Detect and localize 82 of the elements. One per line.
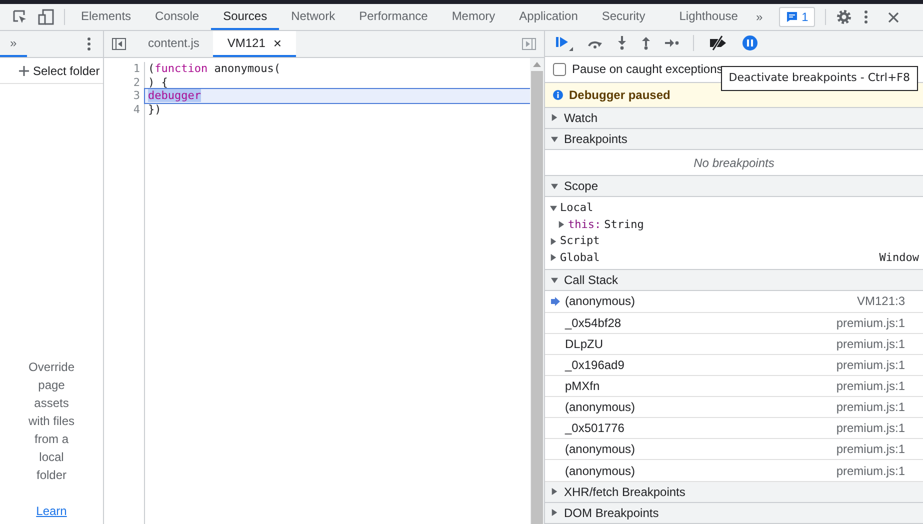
step-out-icon[interactable] <box>641 36 651 50</box>
step-icon[interactable] <box>665 38 679 48</box>
frame-location: premium.js:1 <box>836 441 905 458</box>
select-folder-button[interactable]: Select folder <box>0 58 103 84</box>
plus-icon <box>19 66 29 76</box>
scope-property[interactable]: this: String <box>545 216 923 234</box>
section-header[interactable]: Watch <box>545 108 923 129</box>
issues-button[interactable]: 1 <box>778 7 816 27</box>
line-number: 2 <box>133 76 140 89</box>
frame-location: premium.js:1 <box>836 378 905 395</box>
code-line: (function anonymous( <box>147 62 282 76</box>
checkbox-label: Pause on caught exceptions <box>572 61 723 78</box>
function-name: (anonymous) <box>565 293 636 310</box>
frame-location: premium.js:1 <box>836 336 905 353</box>
info-icon <box>553 90 563 100</box>
pause-icon[interactable] <box>742 35 758 52</box>
call-frame[interactable]: _0x54bf28 premium.js:1 <box>545 312 923 334</box>
function-name: _0x501776 <box>565 420 624 438</box>
panel-tab[interactable]: Security <box>590 4 658 30</box>
more-tabs-button[interactable]: » <box>750 8 769 26</box>
code-line: ) { <box>147 76 169 89</box>
device-toolbar-icon[interactable] <box>38 9 54 25</box>
section-header[interactable]: Breakpoints <box>545 129 923 150</box>
inspect-element-icon[interactable] <box>12 9 28 25</box>
frame-location: premium.js:1 <box>836 314 905 332</box>
scope-item[interactable]: Local <box>545 200 923 217</box>
frame-location: premium.js:1 <box>836 420 905 438</box>
function-name: (anonymous) <box>565 462 636 480</box>
scope-item[interactable]: Global Window <box>545 250 923 266</box>
file-tab[interactable]: VM121 × <box>213 31 296 57</box>
line-number: 1 <box>133 62 140 76</box>
function-name: _0x54bf28 <box>565 314 622 332</box>
function-name: (anonymous) <box>565 399 636 416</box>
function-name: pMXfn <box>565 378 600 395</box>
resume-icon[interactable] <box>555 35 573 52</box>
call-frame[interactable]: _0x501776 premium.js:1 <box>545 418 923 440</box>
call-frame[interactable]: _0x196ad9 premium.js:1 <box>545 354 923 376</box>
call-frame[interactable]: pMXfn premium.js:1 <box>545 376 923 398</box>
toggle-navigator-icon[interactable] <box>112 38 126 50</box>
panel-tab[interactable]: Memory <box>440 4 508 30</box>
call-frame[interactable]: (anonymous) premium.js:1 <box>545 439 923 460</box>
panel-tab[interactable]: Console <box>143 4 212 30</box>
message-icon <box>786 11 798 23</box>
more-menu-icon[interactable] <box>864 10 868 24</box>
learn-link[interactable]: Learn <box>36 502 67 520</box>
deactivate-breakpoints-icon[interactable] <box>708 35 728 52</box>
call-frame[interactable]: (anonymous) VM121:3 <box>545 291 923 312</box>
section-header[interactable]: Call Stack <box>545 270 923 292</box>
section-header[interactable]: XHR/fetch Breakpoints <box>545 482 923 503</box>
more-menu-icon[interactable] <box>87 37 91 51</box>
call-frame[interactable]: DLpZU premium.js:1 <box>545 334 923 355</box>
checkbox[interactable] <box>553 62 566 76</box>
function-name: _0x196ad9 <box>565 356 624 374</box>
frame-location: premium.js:1 <box>836 399 905 416</box>
scope-item[interactable]: Script <box>545 233 923 250</box>
frame-location: premium.js:1 <box>836 462 905 480</box>
call-frame[interactable]: (anonymous) premium.js:1 <box>545 397 923 418</box>
override-message: Override page assets with files from a local folder <box>28 359 74 484</box>
close-icon[interactable] <box>888 12 900 22</box>
scrollbar-thumb[interactable] <box>531 71 543 524</box>
panel-tab[interactable]: Lighthouse <box>667 4 750 30</box>
file-tab[interactable]: content.js <box>134 31 214 57</box>
frame-location: premium.js:1 <box>836 356 905 374</box>
section-header[interactable]: Scope <box>545 176 923 198</box>
close-tab-glyph[interactable]: × <box>273 32 282 54</box>
empty-message: No breakpoints <box>694 154 774 172</box>
function-name: DLpZU <box>565 336 604 353</box>
scope-value: Window <box>879 250 919 266</box>
panel-tab[interactable]: Elements <box>69 4 144 30</box>
frame-location: VM121:3 <box>856 293 905 310</box>
line-number: 4 <box>133 102 140 116</box>
toggle-debugger-icon[interactable] <box>522 38 536 50</box>
panel-tab[interactable]: Application <box>507 4 590 30</box>
tooltip: Deactivate breakpoints - Ctrl+F8 <box>720 66 918 90</box>
step-into-icon[interactable] <box>617 36 627 50</box>
section-header[interactable]: DOM Breakpoints <box>545 502 923 524</box>
panel-tab[interactable]: Network <box>279 4 348 30</box>
line-number: 3 <box>133 89 140 102</box>
function-name: (anonymous) <box>565 441 636 458</box>
code-line: }) <box>147 102 162 116</box>
panel-tab[interactable]: Performance <box>347 4 440 30</box>
settings-icon[interactable] <box>836 9 852 25</box>
